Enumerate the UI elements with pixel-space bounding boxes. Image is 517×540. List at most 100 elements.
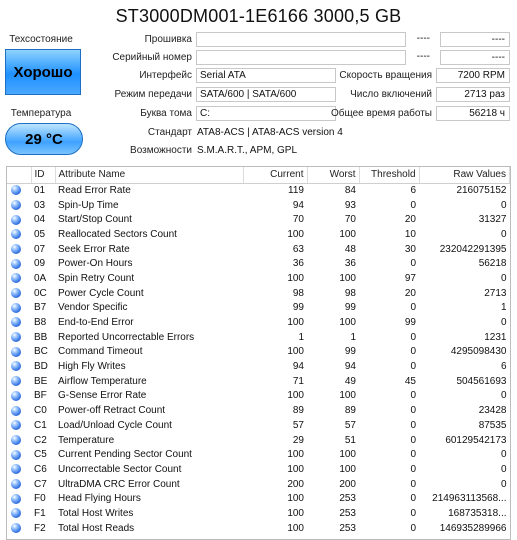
attr-threshold: 0 — [410, 390, 416, 402]
table-row[interactable]: BE Airflow Temperature 71 49 45 504561693 — [7, 374, 510, 389]
attr-name: Vendor Specific — [58, 302, 128, 314]
attr-id: B7 — [34, 302, 47, 314]
header-id[interactable]: ID — [31, 167, 56, 184]
attr-id: 0C — [34, 287, 47, 299]
smart-table[interactable]: ID Attribute Name Current Worst Threshol… — [6, 166, 511, 540]
attr-current: 89 — [292, 405, 304, 417]
status-dot-cell — [7, 491, 31, 506]
attr-threshold: 10 — [404, 228, 416, 240]
status-dot-icon — [11, 508, 21, 519]
table-row[interactable]: 07 Seek Error Rate 63 48 30 232042291395 — [7, 242, 510, 257]
status-dot-cell — [7, 256, 31, 271]
status-dot-icon — [11, 376, 21, 387]
status-dot-icon — [11, 390, 21, 401]
table-row[interactable]: C2 Temperature 29 51 0 60129542173 — [7, 433, 510, 448]
table-row[interactable]: 04 Start/Stop Count 70 70 20 31327 — [7, 212, 510, 227]
table-row[interactable]: C7 UltraDMA CRC Error Count 200 200 0 0 — [7, 477, 510, 492]
status-dot-icon — [11, 214, 21, 225]
attr-id: 05 — [34, 228, 46, 240]
table-row[interactable]: 01 Read Error Rate 119 84 6 216075152 — [7, 183, 510, 198]
blank-field-2b: ---- — [440, 50, 510, 65]
table-row[interactable]: 03 Spin-Up Time 94 93 0 0 — [7, 198, 510, 213]
table-row[interactable]: 0C Power Cycle Count 98 98 20 2713 — [7, 286, 510, 301]
attr-name: Temperature — [58, 434, 115, 446]
header-threshold[interactable]: Threshold — [359, 167, 420, 184]
attr-id: 09 — [34, 258, 46, 270]
status-dot-icon — [11, 258, 21, 269]
attr-current: 57 — [292, 419, 304, 431]
table-row[interactable]: BF G-Sense Error Rate 100 100 0 0 — [7, 389, 510, 404]
attr-name: Current Pending Sector Count — [58, 449, 192, 461]
attr-name: Spin Retry Count — [58, 272, 135, 284]
table-row[interactable]: C5 Current Pending Sector Count 100 100 0 0 — [7, 447, 510, 462]
header-current[interactable]: Current — [243, 167, 308, 184]
attr-id: C2 — [34, 434, 47, 446]
table-row[interactable]: B8 End-to-End Error 100 100 99 0 — [7, 315, 510, 330]
status-dot-icon — [11, 243, 21, 254]
status-dot-icon — [11, 405, 21, 416]
table-row[interactable]: 05 Reallocated Sectors Count 100 100 10 0 — [7, 227, 510, 242]
status-dot-icon — [11, 199, 21, 210]
attr-current: 70 — [292, 214, 304, 226]
status-dot-cell — [7, 227, 31, 242]
header-attribute-name[interactable]: Attribute Name — [55, 167, 244, 184]
attr-id: BE — [34, 375, 48, 387]
attr-raw: 56218 — [478, 258, 507, 270]
attr-threshold: 0 — [410, 434, 416, 446]
attr-worst: 99 — [344, 302, 356, 314]
table-row[interactable]: BC Command Timeout 100 99 0 4295098430 — [7, 345, 510, 360]
attr-raw: 4295098430 — [450, 346, 507, 358]
status-dot-cell — [7, 198, 31, 213]
attr-id: BB — [34, 331, 48, 343]
attr-id: B8 — [34, 317, 47, 329]
attr-threshold: 0 — [410, 522, 416, 534]
temperature-badge[interactable]: 29 °C — [5, 123, 83, 155]
blank-field-1a: ---- — [408, 32, 434, 47]
standard-label: Стандарт — [147, 127, 192, 138]
header-worst[interactable]: Worst — [307, 167, 360, 184]
health-status-badge[interactable]: Хорошо — [5, 49, 81, 95]
attr-raw: 146935289966 — [439, 522, 507, 534]
attr-current: 1 — [298, 331, 304, 343]
power-hours-label: Общее время работы — [331, 108, 432, 119]
header-status[interactable] — [7, 167, 32, 184]
attr-threshold: 97 — [404, 272, 416, 284]
table-header-row: ID Attribute Name Current Worst Threshol… — [7, 167, 510, 184]
status-dot-icon — [11, 346, 21, 357]
attr-current: 100 — [287, 449, 304, 461]
table-row[interactable]: BD High Fly Writes 94 94 0 6 — [7, 359, 510, 374]
table-row[interactable]: C0 Power-off Retract Count 89 89 0 23428 — [7, 403, 510, 418]
table-row[interactable]: C6 Uncorrectable Sector Count 100 100 0 0 — [7, 462, 510, 477]
attr-id: F2 — [34, 522, 46, 534]
attr-id: 07 — [34, 243, 46, 255]
attr-current: 100 — [287, 463, 304, 475]
table-row[interactable]: C1 Load/Unload Cycle Count 57 57 0 87535 — [7, 418, 510, 433]
attr-worst: 253 — [339, 522, 356, 534]
table-row[interactable]: F0 Head Flying Hours 100 253 0 214963113568..… — [7, 491, 510, 506]
firmware-field — [196, 32, 406, 47]
attr-id: F0 — [34, 493, 46, 505]
status-dot-cell — [7, 315, 31, 330]
table-row[interactable]: 0A Spin Retry Count 100 100 97 0 — [7, 271, 510, 286]
status-dot-cell — [7, 242, 31, 257]
status-dot-icon — [11, 273, 21, 284]
attr-worst: 94 — [344, 361, 356, 373]
attr-raw: 23428 — [478, 405, 507, 417]
table-row[interactable]: B7 Vendor Specific 99 99 0 1 — [7, 301, 510, 316]
table-row[interactable]: F1 Total Host Writes 100 253 0 168735318... — [7, 506, 510, 521]
rotation-speed-label: Скорость вращения — [339, 70, 432, 81]
table-row[interactable]: 09 Power-On Hours 36 36 0 56218 — [7, 256, 510, 271]
attr-threshold: 20 — [404, 214, 416, 226]
attr-current: 29 — [292, 434, 304, 446]
table-row[interactable]: F2 Total Host Reads 100 253 0 146935289966 — [7, 521, 510, 536]
features-value: S.M.A.R.T., APM, GPL — [197, 145, 298, 156]
temperature-label: Температура — [10, 108, 72, 119]
attr-name: UltraDMA CRC Error Count — [58, 478, 180, 490]
attr-threshold: 0 — [410, 449, 416, 461]
attr-id: 03 — [34, 199, 46, 211]
attr-current: 200 — [287, 478, 304, 490]
table-row[interactable]: BB Reported Uncorrectable Errors 1 1 0 1231 — [7, 330, 510, 345]
header-raw-values[interactable]: Raw Values — [419, 167, 510, 184]
attr-worst: 51 — [344, 434, 356, 446]
attr-worst: 70 — [344, 214, 356, 226]
